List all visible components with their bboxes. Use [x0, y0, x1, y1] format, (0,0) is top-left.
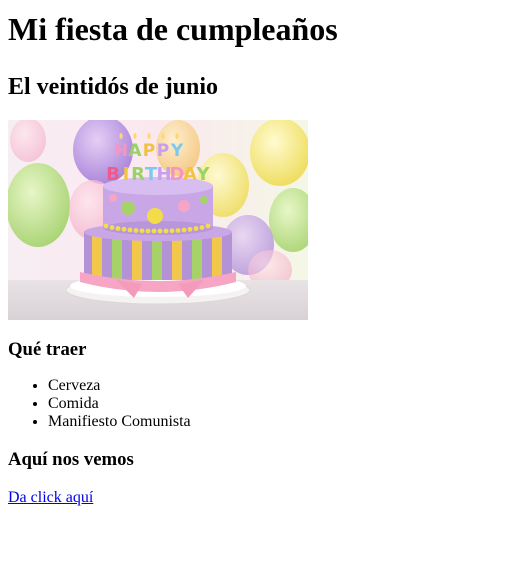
bring-list: Cerveza Comida Manifiesto Comunista — [8, 377, 520, 431]
svg-text:R: R — [131, 164, 145, 185]
click-here-link[interactable]: Da click aquí — [8, 489, 93, 506]
svg-text:H: H — [114, 141, 128, 161]
page-title: Mi fiesta de cumpleaños — [8, 11, 338, 47]
list-item: Comida — [48, 395, 520, 413]
svg-text:P: P — [157, 141, 169, 161]
list-item: Manifiesto Comunista — [48, 413, 520, 431]
svg-text:A: A — [128, 141, 142, 161]
bring-heading: Qué traer — [8, 339, 87, 360]
svg-text:P: P — [143, 141, 155, 161]
page-content: Mi fiesta de cumpleaños El veintidós de … — [0, 11, 528, 507]
meet-heading: Aquí nos vemos — [8, 449, 134, 470]
birthday-cake-image: H A P P Y B I R T H D A Y — [8, 120, 308, 320]
link-paragraph: Da click aquí — [8, 489, 520, 507]
svg-text:I: I — [123, 164, 130, 185]
svg-text:A: A — [183, 164, 197, 185]
svg-text:Y: Y — [170, 141, 184, 161]
svg-text:B: B — [106, 164, 120, 185]
svg-text:Y: Y — [195, 164, 210, 185]
list-item: Cerveza — [48, 377, 520, 395]
party-date-heading: El veintidós de junio — [8, 74, 219, 100]
